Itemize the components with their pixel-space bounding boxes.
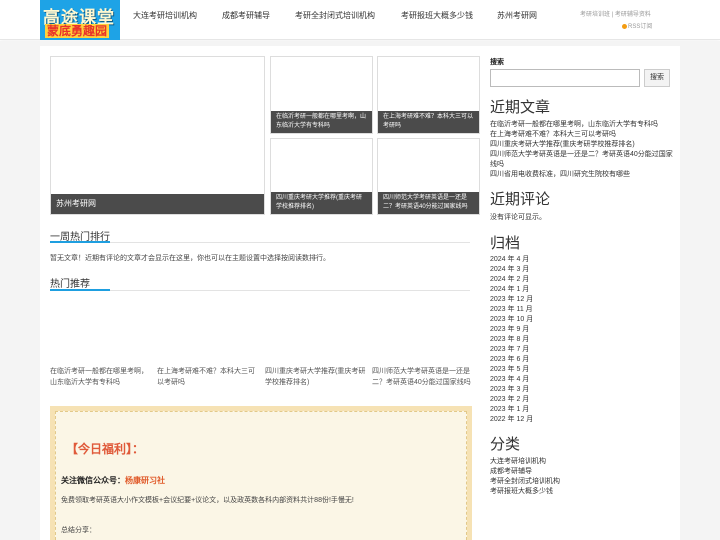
featured-big[interactable]: 苏州考研网 bbox=[50, 56, 265, 215]
featured-caption: 四川重庆考研大学推荐(重庆考研学校推荐排名) bbox=[271, 192, 372, 214]
top-link-separator: | bbox=[611, 12, 614, 18]
nav-item-cost[interactable]: 考研报班大概多少钱 bbox=[388, 0, 485, 40]
site-logo[interactable]: 高途课堂 蒙底勇趣园 bbox=[40, 0, 120, 40]
rss-link[interactable]: RSS订阅 bbox=[622, 21, 652, 30]
archive-link[interactable]: 2023 年 10 月 bbox=[490, 315, 675, 325]
welfare-box: 【今日福利】： 关注微信公众号：杨康研习社 免费领取考研英语大小作文模板+会议纪… bbox=[50, 406, 472, 540]
hot-item[interactable]: 四川师范大学考研英语是一还是二？考研英语40分能过国家线吗 bbox=[372, 366, 474, 388]
search-button[interactable]: 搜索 bbox=[644, 69, 670, 87]
welfare-wechat-prefix: 关注微信公众号： bbox=[61, 476, 125, 485]
recent-posts-list: 在临沂考研一般都在哪里考啊，山东临沂大学有专科吗 在上海考研难不难？本科大三可以… bbox=[490, 120, 675, 180]
archive-link[interactable]: 2023 年 7 月 bbox=[490, 345, 675, 355]
hot-title: 热门推荐 bbox=[50, 279, 90, 290]
recent-comments-title: 近期评论 bbox=[490, 191, 551, 208]
recent-post-link[interactable]: 四川师范大学考研英语是一还是二？考研英语40分能过国家线吗 bbox=[490, 150, 675, 170]
archive-link[interactable]: 2023 年 5 月 bbox=[490, 365, 675, 375]
recent-post-link[interactable]: 在上海考研难不难？本科大三可以考研吗 bbox=[490, 130, 675, 140]
category-title: 分类 bbox=[490, 436, 521, 453]
recent-comments-empty: 没有评论可显示。 bbox=[490, 214, 546, 221]
welfare-inner: 【今日福利】： 关注微信公众号：杨康研习社 免费领取考研英语大小作文模板+会议纪… bbox=[55, 411, 467, 540]
top-links: 考研培训班 | 考研辅导资料 bbox=[580, 9, 651, 18]
archive-link[interactable]: 2024 年 1 月 bbox=[490, 285, 675, 295]
hot-divider bbox=[50, 289, 470, 291]
category-list: 大连考研培训机构 成都考研辅导 考研全封闭式培训机构 考研报班大概多少钱 bbox=[490, 457, 675, 497]
archive-link[interactable]: 2023 年 1 月 bbox=[490, 405, 675, 415]
archive-link[interactable]: 2023 年 4 月 bbox=[490, 375, 675, 385]
top-link-materials[interactable]: 考研辅导资料 bbox=[615, 12, 651, 18]
archive-list: 2024 年 4 月 2024 年 3 月 2024 年 2 月 2024 年 … bbox=[490, 255, 675, 425]
search-label: 搜索 bbox=[490, 59, 504, 66]
rss-label: RSS订阅 bbox=[628, 24, 653, 30]
welfare-wechat-name: 杨康研习社 bbox=[125, 476, 165, 485]
featured-caption: 在上海考研难不难？本科大三可以考研吗 bbox=[378, 111, 479, 133]
rss-icon bbox=[622, 23, 627, 29]
recent-post-link[interactable]: 四川重庆考研大学推荐(重庆考研学校推荐排名) bbox=[490, 140, 675, 150]
recent-post-link[interactable]: 在临沂考研一般都在哪里考啊，山东临沂大学有专科吗 bbox=[490, 120, 675, 130]
archive-link[interactable]: 2024 年 4 月 bbox=[490, 255, 675, 265]
nav-item-dalian[interactable]: 大连考研培训机构 bbox=[120, 0, 209, 40]
category-link[interactable]: 考研全封闭式培训机构 bbox=[490, 477, 675, 487]
featured-small-1[interactable]: 在临沂考研一般都在哪里考啊，山东临沂大学有专科吗 bbox=[270, 56, 373, 134]
archive-link[interactable]: 2023 年 8 月 bbox=[490, 335, 675, 345]
welfare-title: 【今日福利】： bbox=[66, 442, 145, 456]
archive-link[interactable]: 2024 年 2 月 bbox=[490, 275, 675, 285]
nav-item-chengdu[interactable]: 成都考研辅导 bbox=[209, 0, 283, 40]
welfare-summary: 总结分享： bbox=[61, 527, 96, 534]
recent-posts-title: 近期文章 bbox=[490, 99, 551, 116]
category-link[interactable]: 成都考研辅导 bbox=[490, 467, 675, 477]
hot-item[interactable]: 四川重庆考研大学推荐(重庆考研学校推荐排名) bbox=[265, 366, 367, 388]
archive-title: 归档 bbox=[490, 235, 521, 252]
top-link-training[interactable]: 考研培训班 bbox=[580, 12, 610, 18]
nav-item-closed-training[interactable]: 考研全封闭式培训机构 bbox=[283, 0, 388, 40]
search-input[interactable] bbox=[490, 69, 640, 87]
archive-link[interactable]: 2023 年 2 月 bbox=[490, 395, 675, 405]
featured-small-4[interactable]: 四川师范大学考研英语是一还是二？考研英语40分能过国家线吗 bbox=[377, 138, 480, 215]
featured-caption: 四川师范大学考研英语是一还是二？考研英语40分能过国家线吗 bbox=[378, 192, 479, 214]
weekly-divider bbox=[50, 241, 470, 243]
nav-item-suzhou[interactable]: 苏州考研网 bbox=[485, 0, 549, 40]
archive-link[interactable]: 2023 年 11 月 bbox=[490, 305, 675, 315]
hot-item[interactable]: 在临沂考研一般都在哪里考啊，山东临沂大学有专科吗 bbox=[50, 366, 152, 388]
featured-big-caption: 苏州考研网 bbox=[51, 194, 264, 214]
archive-link[interactable]: 2023 年 9 月 bbox=[490, 325, 675, 335]
category-link[interactable]: 考研报班大概多少钱 bbox=[490, 487, 675, 497]
main-nav: 大连考研培训机构 成都考研辅导 考研全封闭式培训机构 考研报班大概多少钱 苏州考… bbox=[120, 0, 549, 40]
archive-link[interactable]: 2023 年 3 月 bbox=[490, 385, 675, 395]
site-header: 高途课堂 蒙底勇趣园 大连考研培训机构 成都考研辅导 考研全封闭式培训机构 考研… bbox=[0, 0, 720, 40]
weekly-notice: 暂无文章！近期有评论的文章才会显示在这里，你也可以在主题设置中选择按阅读数排行。 bbox=[50, 255, 330, 262]
hot-item[interactable]: 在上海考研难不难？本科大三可以考研吗 bbox=[157, 366, 259, 388]
archive-link[interactable]: 2023 年 12 月 bbox=[490, 295, 675, 305]
archive-link[interactable]: 2024 年 3 月 bbox=[490, 265, 675, 275]
featured-small-3[interactable]: 四川重庆考研大学推荐(重庆考研学校推荐排名) bbox=[270, 138, 373, 215]
logo-line2: 蒙底勇趣园 bbox=[45, 24, 110, 38]
welfare-wechat: 关注微信公众号：杨康研习社 bbox=[61, 475, 165, 486]
archive-link[interactable]: 2023 年 6 月 bbox=[490, 355, 675, 365]
archive-link[interactable]: 2022 年 12 月 bbox=[490, 415, 675, 425]
recent-post-link[interactable]: 四川省用电收费标准，四川研究生院校有哪些 bbox=[490, 170, 675, 180]
welfare-description: 免费领取考研英语大小作文模板+会议纪要+议论文，以及政英数各科内部资料共计88份… bbox=[61, 497, 354, 504]
featured-caption: 在临沂考研一般都在哪里考啊，山东临沂大学有专科吗 bbox=[271, 111, 372, 133]
category-link[interactable]: 大连考研培训机构 bbox=[490, 457, 675, 467]
featured-small-2[interactable]: 在上海考研难不难？本科大三可以考研吗 bbox=[377, 56, 480, 134]
